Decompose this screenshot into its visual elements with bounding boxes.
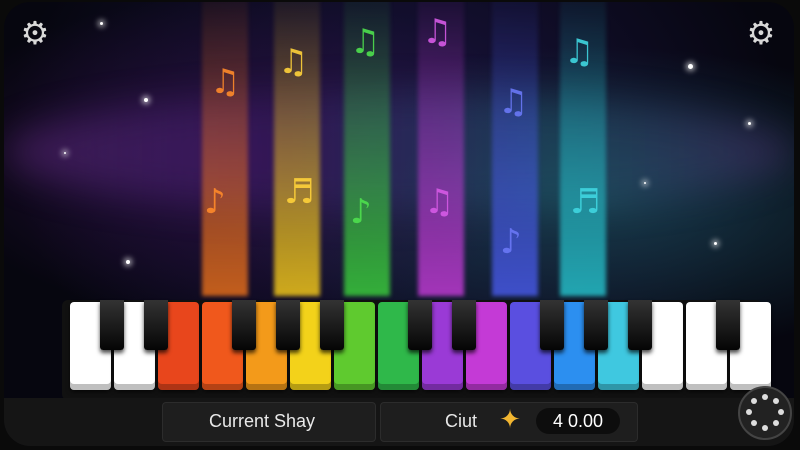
music-note-icon: ♫	[424, 182, 455, 222]
piano-black-key[interactable]	[408, 300, 432, 350]
ring-dot	[773, 420, 779, 426]
ring-dot	[746, 409, 752, 415]
music-note-icon: ♬	[284, 172, 315, 212]
piano-black-key[interactable]	[540, 300, 564, 350]
star	[64, 152, 66, 154]
music-note-icon: ♬	[570, 182, 601, 222]
music-note-icon: ♪	[204, 182, 226, 222]
music-note-icon: ♫	[498, 82, 529, 122]
music-note-icon: ♫	[278, 42, 309, 82]
music-note-icon: ♫	[210, 62, 241, 102]
piano-black-key[interactable]	[628, 300, 652, 350]
current-song-label: Current Shay	[209, 411, 316, 431]
music-note-icon: ♫	[564, 32, 595, 72]
star	[100, 22, 103, 25]
ring-dot	[751, 398, 757, 404]
star	[714, 242, 717, 245]
device-frame: ♫ ♪ ♫ ♬ ♫ ♪ ♫ ♫ ♫ ♪ ♫ ♬ ⚙ ⚙ Current Shay…	[0, 0, 800, 450]
piano-black-key[interactable]	[232, 300, 256, 350]
piano-black-key[interactable]	[584, 300, 608, 350]
star	[688, 64, 693, 69]
coin-value: 4 0.00	[536, 408, 620, 434]
music-note-icon: ♪	[500, 222, 522, 262]
piano-black-key[interactable]	[320, 300, 344, 350]
ring-dot	[751, 420, 757, 426]
music-note-icon: ♫	[422, 12, 453, 52]
nebula-background	[4, 92, 794, 212]
ring-dot	[762, 425, 768, 431]
piano-black-key[interactable]	[144, 300, 168, 350]
star	[126, 260, 130, 264]
star	[144, 98, 148, 102]
sparkle-icon: ✦	[499, 405, 521, 435]
music-note-icon: ♪	[350, 192, 372, 232]
star	[748, 122, 751, 125]
settings-gear-icon-right[interactable]: ⚙	[744, 16, 778, 50]
dotted-ring-icon	[762, 394, 768, 400]
music-note-icon: ♫	[350, 22, 381, 62]
game-screen: ♫ ♪ ♫ ♬ ♫ ♪ ♫ ♫ ♫ ♪ ♫ ♬ ⚙ ⚙ Current Shay…	[4, 2, 794, 446]
coin-label: Ciut	[445, 411, 478, 431]
menu-ring-button[interactable]	[738, 386, 792, 440]
settings-gear-icon-left[interactable]: ⚙	[18, 16, 52, 50]
piano-black-key[interactable]	[100, 300, 124, 350]
piano-black-key[interactable]	[716, 300, 740, 350]
ring-dot	[773, 398, 779, 404]
piano-black-key[interactable]	[452, 300, 476, 350]
piano-black-key[interactable]	[276, 300, 300, 350]
star	[644, 182, 646, 184]
light-beam-orange	[202, 2, 248, 296]
ring-dot	[778, 409, 784, 415]
current-song-panel[interactable]: Current Shay	[162, 402, 376, 442]
